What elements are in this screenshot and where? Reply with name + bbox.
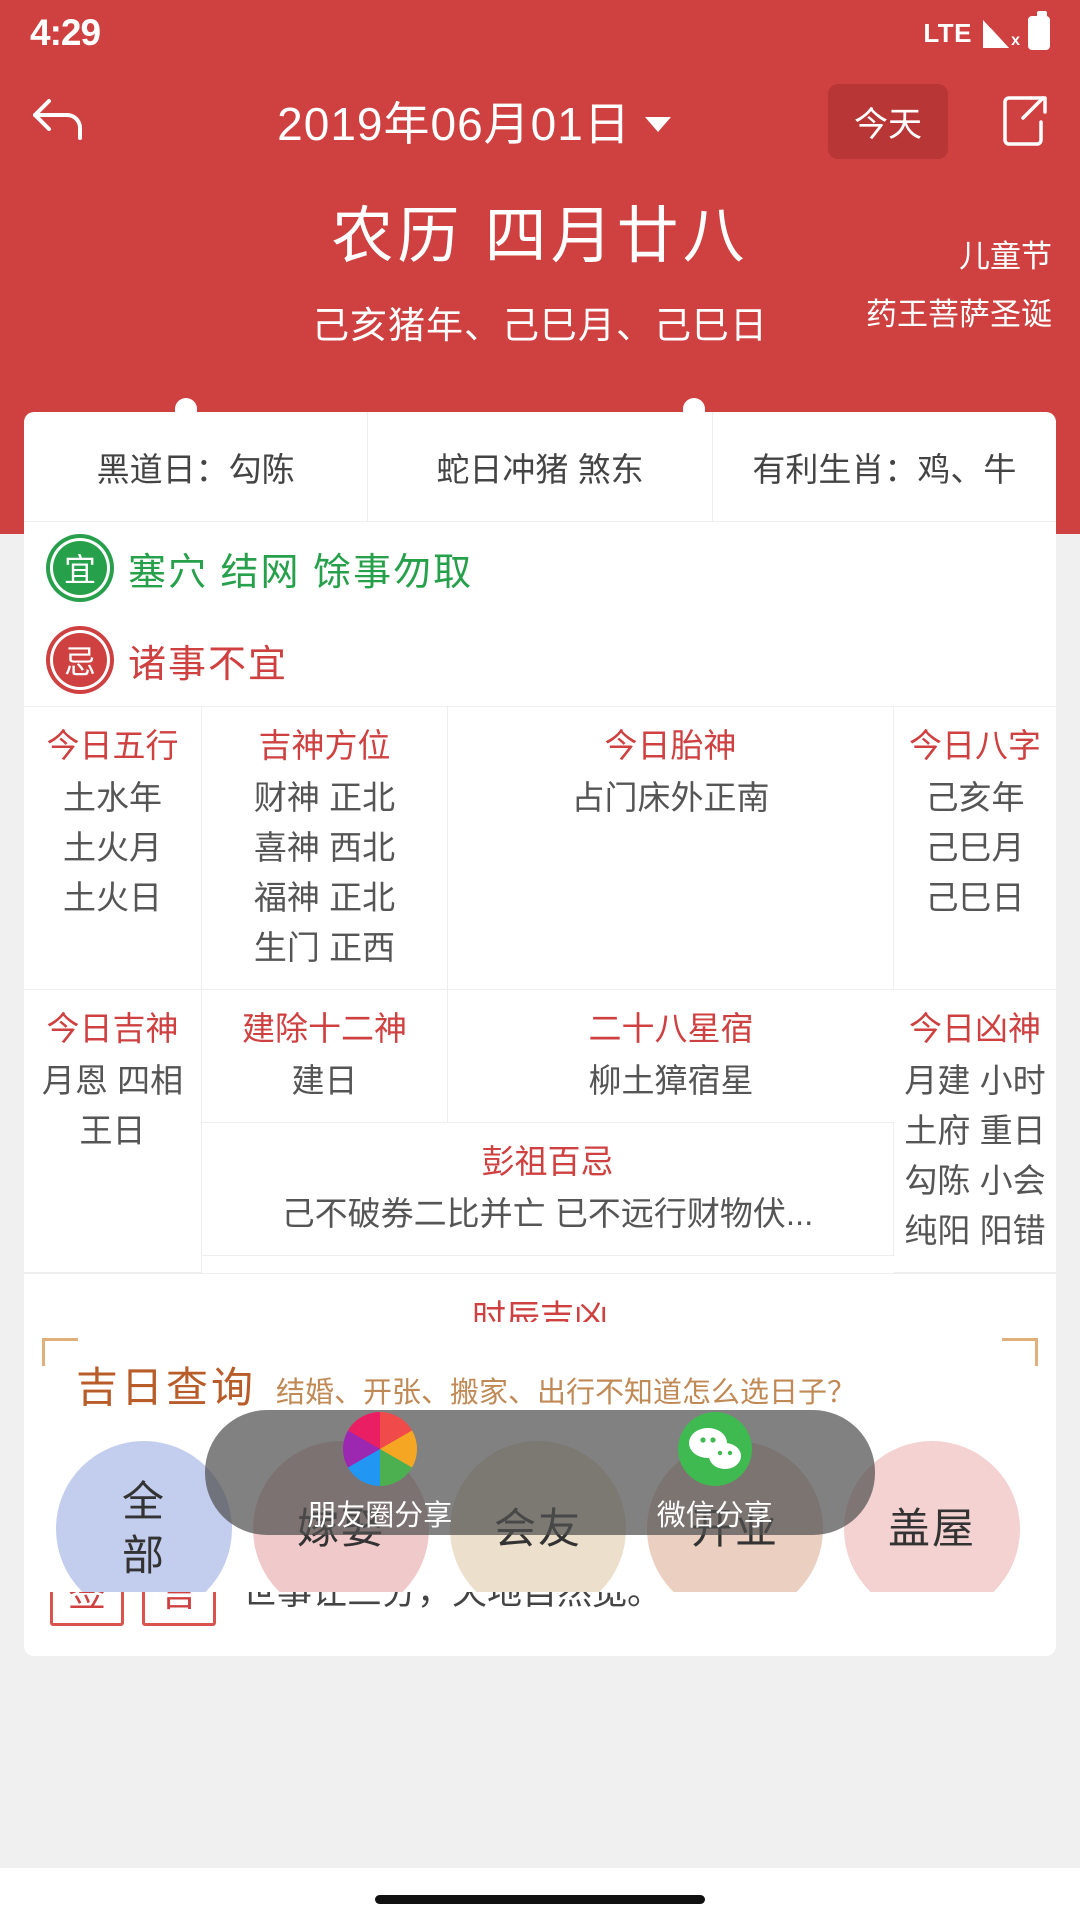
date-selector[interactable]: 2019年06月01日 xyxy=(120,88,828,154)
cell-xiongshen[interactable]: 今日凶神 月建 小时 土府 重日 勾陈 小会 纯阳 阳错 xyxy=(894,990,1056,1273)
bottom-band xyxy=(0,1868,1080,1920)
network-type-label: LTE xyxy=(923,17,972,48)
cell-pengzu[interactable]: 彭祖百忌 己不破券二比并亡 已不远行财物伏... xyxy=(202,1123,894,1256)
jiri-category-label: 盖屋 xyxy=(887,1505,976,1552)
cell-line: 建日 xyxy=(291,1062,358,1099)
cell-title: 今日五行 xyxy=(46,727,179,764)
corner-ornament-left-icon xyxy=(42,1338,78,1366)
chevron-down-icon xyxy=(644,116,671,132)
cell-jishen[interactable]: 今日吉神 月恩 四相 王日 xyxy=(24,990,202,1273)
share-icon[interactable] xyxy=(970,92,1080,150)
festival-list: 儿童节 药王菩萨圣诞 xyxy=(866,228,1052,344)
cell-title: 今日八字 xyxy=(909,727,1041,764)
cell-line: 纯阳 阳错 xyxy=(904,1212,1046,1249)
back-arrow-icon[interactable] xyxy=(0,93,120,149)
cell-line: 土火日 xyxy=(63,879,162,916)
nav-date-title: 2019年06月01日 xyxy=(277,98,631,150)
cell-xingxiu[interactable]: 二十八星宿 柳土獐宿星 xyxy=(448,990,894,1123)
cell-line: 王日 xyxy=(79,1112,146,1149)
cell-wuxing[interactable]: 今日五行 土水年 土火月 土火日 xyxy=(24,707,202,990)
cell-title: 今日胎神 xyxy=(604,727,737,764)
status-bar: 4:29 LTE x xyxy=(0,0,1080,66)
ji-row[interactable]: 忌 诸事不宜 xyxy=(24,614,1056,706)
jiri-category-label: 部 xyxy=(121,1532,166,1579)
cell-title: 二十八星宿 xyxy=(588,1010,754,1047)
cell-line: 柳土獐宿星 xyxy=(588,1062,754,1099)
cell-line: 占门床外正南 xyxy=(571,779,770,816)
festival-item: 儿童节 xyxy=(959,239,1052,274)
cell-bazi[interactable]: 今日八字 己亥年 己巳月 己巳日 xyxy=(894,707,1056,990)
cell-title: 吉神方位 xyxy=(258,727,391,764)
cell-line: 福神 正北 xyxy=(253,879,396,916)
cell-line: 土府 重日 xyxy=(904,1112,1046,1149)
grid-middle-stack: 建除十二神 建日 二十八星宿 柳土獐宿星 彭祖百忌 己不破券二比并亡 已不远行财… xyxy=(202,990,894,1273)
wechat-icon xyxy=(677,1411,752,1486)
card-notch-left xyxy=(175,398,197,444)
summary-chongsha[interactable]: 蛇日冲猪 煞东 xyxy=(367,412,711,521)
ji-seal-icon: 忌 xyxy=(50,630,110,690)
grid-row-2: 今日吉神 月恩 四相 王日 建除十二神 建日 二十八星宿 柳土獐宿星 彭祖百忌 xyxy=(24,990,1056,1273)
yi-row[interactable]: 宜 塞穴 结网 馀事勿取 xyxy=(24,522,1056,614)
share-overlay: 朋友圈分享 微信分享 xyxy=(205,1410,875,1535)
share-moments-button[interactable]: 朋友圈分享 xyxy=(307,1411,453,1534)
today-button[interactable]: 今天 xyxy=(828,83,948,159)
cell-jishen-fangwei[interactable]: 吉神方位 财神 正北 喜神 西北 福神 正北 生门 正西 xyxy=(202,707,448,990)
battery-full-icon xyxy=(1028,11,1050,50)
cell-line: 月建 小时 xyxy=(904,1062,1046,1099)
cell-line: 月恩 四相 xyxy=(41,1062,184,1099)
status-indicators: LTE x xyxy=(923,11,1050,50)
corner-ornament-right-icon xyxy=(1002,1338,1038,1366)
nav-bar: 2019年06月01日 今天 xyxy=(0,66,1080,176)
jiri-title: 吉日查询 xyxy=(76,1364,257,1411)
cell-line: 勾陈 小会 xyxy=(904,1162,1046,1199)
cell-title: 建除十二神 xyxy=(242,1010,407,1047)
cell-line: 己亥年 xyxy=(925,779,1025,816)
signal-bars-icon: x xyxy=(983,18,1020,49)
jiri-subtitle: 结婚、开张、搬家、出行不知道怎么选日子？ xyxy=(276,1377,857,1409)
jiri-category-label: 全 xyxy=(121,1478,166,1525)
card-notch-right xyxy=(683,398,705,444)
cell-title: 今日凶神 xyxy=(909,1010,1041,1047)
cell-line: 生门 正西 xyxy=(253,929,396,966)
cell-title: 彭祖百忌 xyxy=(481,1143,614,1180)
cell-title: 今日吉神 xyxy=(46,1010,179,1047)
cell-line: 财神 正北 xyxy=(253,779,396,816)
home-indicator[interactable] xyxy=(375,1895,705,1904)
cell-line: 喜神 西北 xyxy=(253,829,396,866)
status-time: 4:29 xyxy=(30,12,101,53)
cell-line: 土水年 xyxy=(63,779,162,816)
almanac-grid: 今日五行 土水年 土火月 土火日 吉神方位 财神 正北 喜神 西北 福神 正北 … xyxy=(24,706,1056,1273)
share-wechat-button[interactable]: 微信分享 xyxy=(656,1411,773,1534)
festival-item: 药王菩萨圣诞 xyxy=(866,297,1052,332)
summary-lucky-zodiac[interactable]: 有利生肖：鸡、牛 xyxy=(711,412,1056,521)
yi-seal-icon: 宜 xyxy=(50,538,110,598)
cell-jianchu[interactable]: 建除十二神 建日 xyxy=(202,990,448,1123)
yi-text: 塞穴 结网 馀事勿取 xyxy=(128,551,474,594)
cell-line: 己巳日 xyxy=(925,879,1025,916)
grid-row-1: 今日五行 土水年 土火月 土火日 吉神方位 财神 正北 喜神 西北 福神 正北 … xyxy=(24,707,1056,990)
cell-line: 己巳月 xyxy=(925,829,1025,866)
cell-line: 土火月 xyxy=(63,829,162,866)
cell-line: 己不破券二比并亡 已不远行财物伏... xyxy=(281,1195,814,1232)
moments-icon xyxy=(342,1411,417,1486)
cell-taishen[interactable]: 今日胎神 占门床外正南 xyxy=(448,707,894,990)
share-wechat-label: 微信分享 xyxy=(656,1499,773,1532)
share-moments-label: 朋友圈分享 xyxy=(307,1499,453,1532)
ji-text: 诸事不宜 xyxy=(128,643,289,686)
